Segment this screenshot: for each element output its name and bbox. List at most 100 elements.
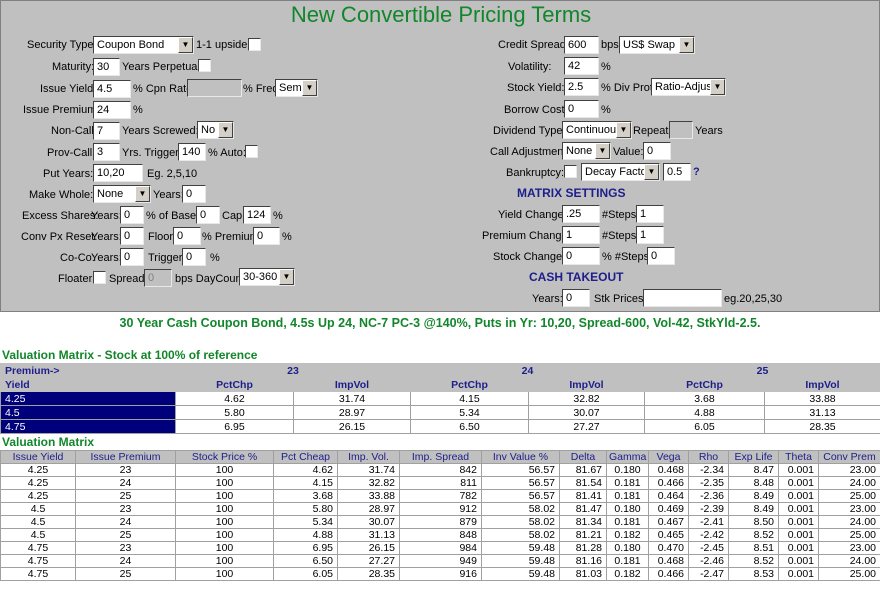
maturity-input[interactable]: 30 — [93, 58, 120, 76]
table-cell: 8.47 — [728, 463, 779, 477]
make-whole-select[interactable]: None ▼ — [93, 185, 151, 203]
repeat-years-label: Years — [695, 125, 723, 137]
issue-yield-input[interactable]: 4.5 — [93, 80, 131, 98]
matrix1-cell: 3.68 — [644, 391, 765, 406]
matrix1-cell: 30.07 — [528, 405, 645, 420]
stock-steps-input[interactable]: 0 — [647, 247, 675, 265]
table-row: 4.75 24 100 6.50 27.27 949 59.48 81.16 0.181 0.46… — [0, 554, 880, 568]
matrix1-cell: 6.50 — [410, 419, 529, 434]
table-cell: 56.57 — [481, 476, 560, 490]
decay-select[interactable]: Decay Factor ▼ — [581, 163, 660, 181]
premium-change-input[interactable]: 1 — [562, 226, 600, 244]
cpn-rate-label: % Cpn Rate — [133, 83, 193, 95]
takeout-years-input[interactable]: 0 — [562, 289, 590, 307]
table-cell: 100 — [175, 528, 274, 542]
table-cell: 27.27 — [337, 554, 400, 568]
yield-change-input[interactable]: .25 — [562, 205, 600, 223]
spread-input[interactable]: 0 — [144, 269, 172, 287]
dividend-type-select[interactable]: Continuous ▼ — [562, 121, 632, 139]
yield-cell[interactable]: 4.5 — [0, 405, 176, 420]
freq-select[interactable]: Semi ▼ — [275, 79, 318, 97]
repeat-input[interactable] — [669, 121, 693, 139]
floor-input[interactable]: 0 — [173, 227, 201, 245]
coco-years-input[interactable]: 0 — [120, 248, 144, 266]
table-cell: 28.35 — [337, 567, 400, 581]
coco-trigger-input[interactable]: 0 — [182, 248, 206, 266]
bankruptcy-checkbox[interactable] — [564, 165, 577, 178]
security-type-select[interactable]: Coupon Bond ▼ — [93, 36, 194, 54]
table-cell: 8.51 — [728, 541, 779, 555]
non-call-label: Non-Call: — [51, 125, 97, 137]
table-row: 4.25 25 100 3.68 33.88 782 56.57 81.41 0.181 0.46… — [0, 489, 880, 503]
call-value-input[interactable]: 0 — [643, 142, 671, 160]
value-label: Value: — [613, 146, 644, 158]
years-screwed-select[interactable]: No ▼ — [197, 121, 234, 139]
table-cell: -2.47 — [688, 567, 729, 581]
table-cell: 984 — [399, 541, 482, 555]
stk-prices-input[interactable] — [643, 289, 722, 307]
premium-steps-input[interactable]: 1 — [636, 226, 664, 244]
make-whole-years-input[interactable]: 0 — [182, 185, 206, 203]
non-call-input[interactable]: 7 — [93, 122, 120, 140]
table-cell: 5.34 — [273, 515, 338, 529]
valuation-matrix-summary: Premium-> 23 24 25 Yield PctChp ImpVol P… — [0, 363, 880, 434]
cap-input[interactable]: 124 — [243, 206, 271, 224]
borrow-cost-pct: % — [601, 104, 611, 116]
chevron-down-icon: ▼ — [178, 37, 193, 53]
table-cell: 4.5 — [0, 528, 76, 542]
of-base-input[interactable]: 0 — [196, 206, 220, 224]
floater-checkbox[interactable] — [93, 271, 106, 284]
matrix1-cell: 31.74 — [293, 391, 411, 406]
div-prot-label: % Div Prot: — [601, 82, 657, 94]
cpn-rate-input[interactable] — [187, 79, 242, 97]
curve-select[interactable]: US$ Swap ▼ — [619, 36, 695, 54]
volatility-input[interactable]: 42 — [564, 57, 599, 75]
credit-spread-input[interactable]: 600 — [564, 36, 599, 54]
table-cell: 0.001 — [778, 528, 819, 542]
prov-call-input[interactable]: 3 — [93, 143, 120, 161]
decay-factor-input[interactable]: 0.5 — [663, 163, 691, 181]
stock-change-input[interactable]: 0 — [562, 247, 600, 265]
maturity-label: Maturity: — [52, 61, 95, 73]
coco-trigger-label: Trigger: — [148, 252, 186, 264]
table-cell: -2.41 — [688, 515, 729, 529]
put-years-label: Put Years: — [43, 168, 94, 180]
chevron-down-icon: ▼ — [135, 186, 150, 202]
issue-premium-input[interactable]: 24 — [93, 101, 131, 119]
borrow-cost-input[interactable]: 0 — [564, 100, 599, 118]
table-cell: 56.57 — [481, 463, 560, 477]
auto-checkbox[interactable] — [245, 145, 258, 158]
table-cell: 100 — [175, 554, 274, 568]
years-screwed-value: No — [201, 124, 216, 136]
table-cell: 0.182 — [606, 528, 649, 542]
table-cell: -2.42 — [688, 528, 729, 542]
excess-years-input[interactable]: 0 — [120, 206, 144, 224]
trigger-input[interactable]: 140 — [178, 143, 206, 161]
reset-years-input[interactable]: 0 — [120, 227, 144, 245]
reset-premium-input[interactable]: 0 — [253, 227, 280, 245]
matrix1-cell: 28.35 — [764, 419, 880, 434]
table-cell: 23 — [75, 541, 176, 555]
prov-call-label: Prov-Call: — [47, 147, 96, 159]
put-years-input[interactable]: 10,20 — [93, 164, 143, 182]
yield-steps-label: #Steps: — [602, 209, 640, 221]
dividend-type-value: Continuous — [566, 124, 622, 136]
table-cell: 25 — [75, 528, 176, 542]
table-cell: 8.49 — [728, 489, 779, 503]
stock-yield-input[interactable]: 2.5 — [564, 78, 599, 96]
table-cell: 0.001 — [778, 463, 819, 477]
yield-steps-input[interactable]: 1 — [636, 205, 664, 223]
table-cell: 0.180 — [606, 463, 649, 477]
call-adjustment-select[interactable]: None ▼ — [562, 142, 611, 160]
one-to-one-upside-checkbox[interactable] — [248, 38, 261, 51]
security-type-value: Coupon Bond — [97, 39, 165, 51]
bond-summary: 30 Year Cash Coupon Bond, 4.5s Up 24, NC… — [119, 316, 761, 330]
daycount-select[interactable]: 30-360 ▼ — [239, 268, 295, 286]
matrix1-row: 4.75 6.95 26.15 6.50 27.27 6.05 28.35 — [0, 419, 880, 434]
borrow-cost-label: Borrow Cost: — [504, 104, 568, 116]
yield-cell[interactable]: 4.25 — [0, 391, 176, 406]
help-icon[interactable]: ? — [693, 166, 700, 178]
yield-cell[interactable]: 4.75 — [0, 419, 176, 434]
div-prot-select[interactable]: Ratio-Adjust ▼ — [651, 78, 726, 96]
years-perpetual-checkbox[interactable] — [198, 59, 211, 72]
